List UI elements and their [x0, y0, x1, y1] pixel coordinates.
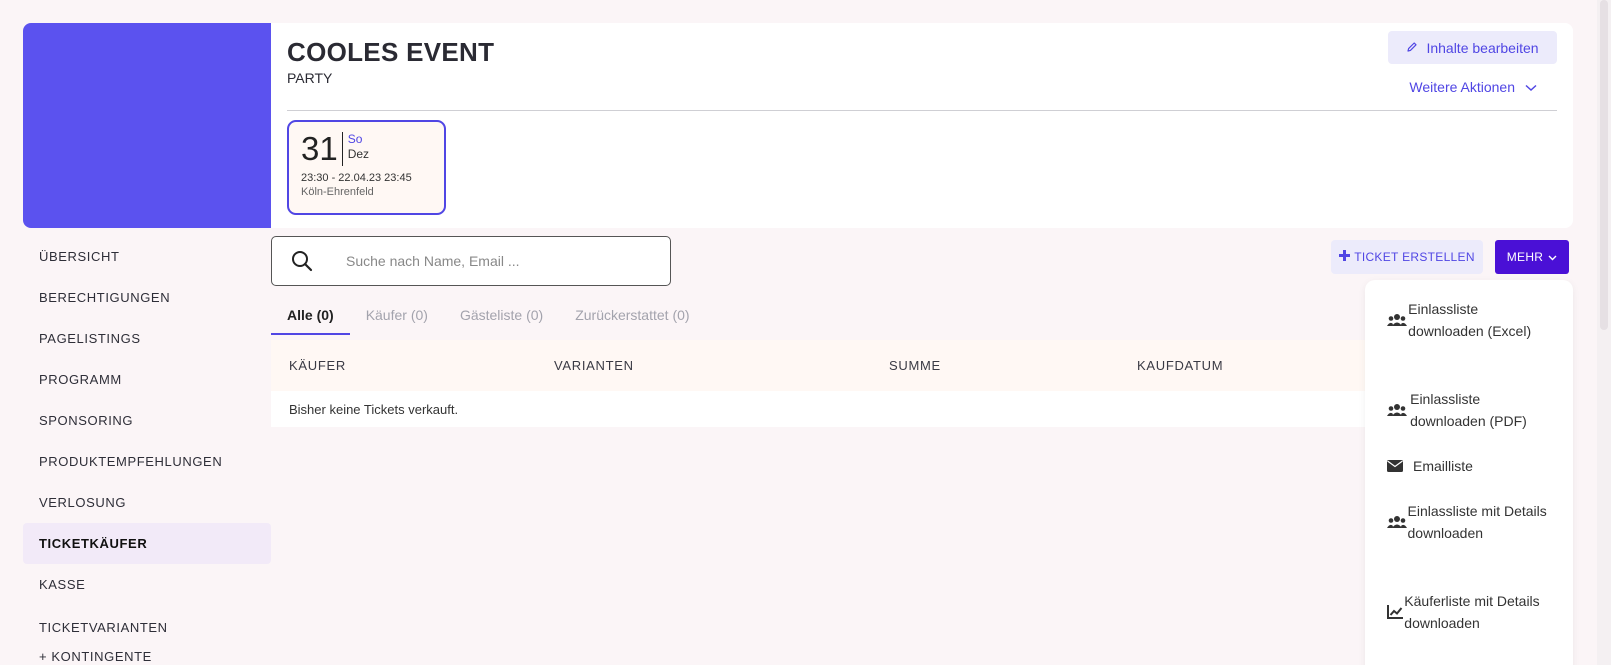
create-ticket-label: TICKET ERSTELLEN	[1354, 250, 1475, 264]
plus-icon	[1339, 250, 1351, 264]
more-actions-label: Weitere Aktionen	[1409, 79, 1515, 95]
event-date-card[interactable]: 31 So Dez 23:30 - 22.04.23 23:45 Köln-Eh…	[287, 120, 446, 215]
chevron-down-icon	[1525, 79, 1537, 95]
sidebar-nav: ÜBERSICHT BERECHTIGUNGEN PAGELISTINGS PR…	[23, 236, 271, 664]
sidebar-item-ticketvarianten[interactable]: TICKETVARIANTEN + KONTINGENTE	[23, 605, 173, 664]
column-header-summe[interactable]: SUMME	[889, 358, 941, 373]
pencil-icon	[1406, 40, 1418, 56]
event-header: COOLES EVENT PARTY Inhalte bearbeiten We…	[271, 23, 1573, 228]
menu-item-kaeuferliste-details[interactable]: Käuferliste mit Details downloaden	[1387, 590, 1547, 634]
mehr-label: MEHR	[1506, 250, 1544, 264]
tab-kaeufer[interactable]: Käufer (0)	[350, 300, 444, 335]
event-weekday: So	[347, 132, 363, 146]
page-title: COOLES EVENT	[287, 37, 495, 67]
menu-item-label: Einlassliste downloaden (PDF)	[1410, 391, 1527, 429]
tab-alle[interactable]: Alle (0)	[271, 300, 350, 335]
chart-line-icon	[1387, 605, 1404, 619]
menu-item-emailliste[interactable]: Emailliste	[1387, 455, 1557, 477]
create-ticket-button[interactable]: TICKET ERSTELLEN	[1331, 240, 1483, 274]
event-venue: Köln-Ehrenfeld	[301, 186, 374, 198]
buyer-tabs: Alle (0) Käufer (0) Gästeliste (0) Zurüc…	[271, 300, 706, 335]
sidebar-item-pagelistings[interactable]: PAGELISTINGS	[23, 318, 271, 359]
menu-item-einlassliste-pdf[interactable]: Einlassliste downloaden (PDF)	[1387, 388, 1557, 432]
chevron-down-icon	[1548, 250, 1557, 264]
envelope-icon	[1387, 460, 1413, 472]
users-icon	[1387, 403, 1410, 417]
menu-item-label: Einlassliste downloaden (Excel)	[1408, 301, 1532, 339]
edit-content-label: Inhalte bearbeiten	[1426, 39, 1539, 56]
menu-item-label: Einlassliste mit Details downloaden	[1407, 503, 1547, 541]
event-day: 31	[301, 132, 343, 166]
sidebar-item-kasse[interactable]: KASSE	[23, 564, 271, 605]
event-month: Dez	[347, 147, 370, 161]
column-header-kaufdatum[interactable]: KAUFDATUM	[1137, 358, 1223, 373]
menu-item-label: Emailliste	[1413, 458, 1473, 474]
users-icon	[1387, 313, 1408, 327]
sidebar-item-uebersicht[interactable]: ÜBERSICHT	[23, 236, 271, 277]
column-header-varianten[interactable]: VARIANTEN	[554, 358, 634, 373]
sidebar-item-ticketkaeufer[interactable]: TICKETKÄUFER	[23, 523, 271, 564]
tab-gaesteliste[interactable]: Gästeliste (0)	[444, 300, 559, 335]
header-divider	[287, 110, 1557, 111]
event-category: PARTY	[287, 70, 333, 86]
sidebar-item-programm[interactable]: PROGRAMM	[23, 359, 271, 400]
event-time-range: 23:30 - 22.04.23 23:45	[301, 172, 412, 184]
scrollbar-thumb[interactable]	[1600, 0, 1608, 330]
mehr-dropdown-menu: Einlassliste downloaden (Excel) Einlassl…	[1365, 280, 1573, 665]
menu-item-label: Käuferliste mit Details downloaden	[1404, 593, 1540, 631]
sidebar-item-produktempfehlungen[interactable]: PRODUKTEMPFEHLUNGEN	[23, 441, 271, 482]
edit-content-button[interactable]: Inhalte bearbeiten	[1388, 31, 1557, 64]
search-icon	[272, 250, 332, 272]
menu-item-einlassliste-excel[interactable]: Einlassliste downloaden (Excel)	[1387, 298, 1547, 342]
menu-item-einlassliste-details[interactable]: Einlassliste mit Details downloaden	[1387, 500, 1557, 544]
mehr-button[interactable]: MEHR	[1495, 240, 1569, 274]
tab-zurueckerstattet[interactable]: Zurückerstattet (0)	[559, 300, 705, 335]
search-input[interactable]	[332, 253, 670, 269]
sidebar-item-berechtigungen[interactable]: BERECHTIGUNGEN	[23, 277, 271, 318]
users-icon	[1387, 515, 1408, 529]
search-field[interactable]	[271, 236, 671, 286]
event-cover-image	[23, 23, 271, 228]
sidebar-item-verlosung[interactable]: VERLOSUNG	[23, 482, 271, 523]
sidebar-item-sponsoring[interactable]: SPONSORING	[23, 400, 271, 441]
page-scrollbar[interactable]	[1597, 0, 1611, 665]
column-header-kaeufer[interactable]: KÄUFER	[289, 358, 346, 373]
more-actions-dropdown[interactable]: Weitere Aktionen	[1409, 79, 1537, 95]
